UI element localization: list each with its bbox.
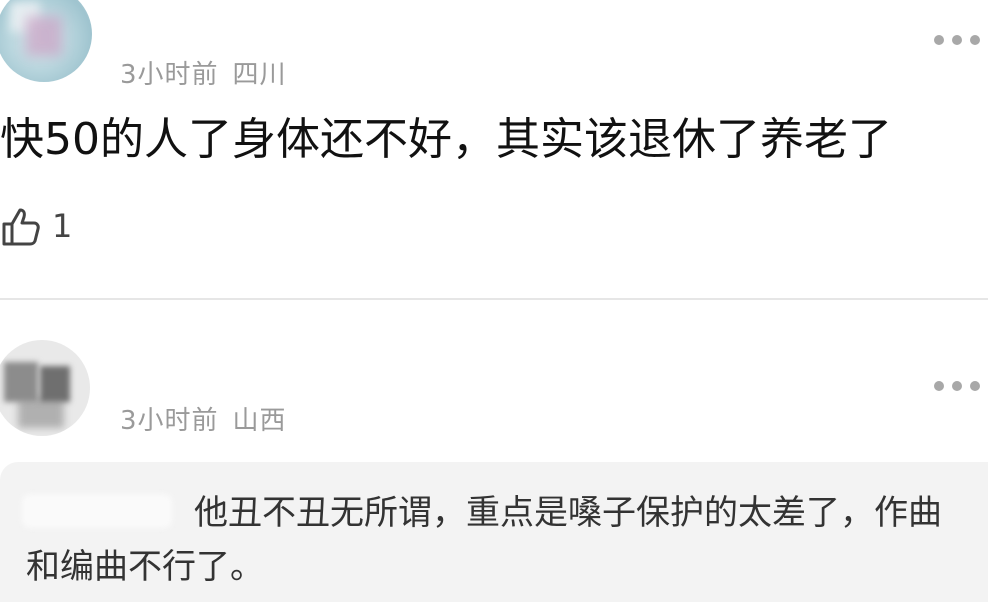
comment-location: 山西 [232, 406, 287, 436]
more-dots-icon[interactable] [934, 34, 980, 46]
comment-item-1: 3小时前 四川 快50的人了身体还不好，其实该退休了养老了 1 [0, 0, 988, 298]
comment-time: 3小时前 [120, 60, 219, 90]
comment-location: 四川 [232, 60, 287, 90]
quoted-reply[interactable]: 他丑不丑无所谓，重点是嗓子保护的太差了，作曲和编曲不行了。 [0, 462, 988, 602]
like-button[interactable]: 1 [0, 204, 72, 248]
quoted-reply-text: 他丑不丑无所谓，重点是嗓子保护的太差了，作曲和编曲不行了。 [26, 493, 942, 587]
comment-meta: 3小时前 山西 [120, 400, 287, 437]
comment-time: 3小时前 [120, 406, 219, 436]
like-count: 1 [52, 207, 73, 245]
comment-item-2: 3小时前 山西 他丑不丑无所谓，重点是嗓子保护的太差了，作曲和编曲不行了。 [0, 300, 988, 602]
thumbs-up-icon [2, 208, 40, 246]
comment-text: 快50的人了身体还不好，其实该退休了养老了 [0, 114, 892, 165]
avatar[interactable] [0, 340, 90, 436]
avatar[interactable] [0, 0, 92, 82]
more-dots-icon[interactable] [934, 380, 980, 392]
comment-meta: 3小时前 四川 [120, 54, 287, 91]
